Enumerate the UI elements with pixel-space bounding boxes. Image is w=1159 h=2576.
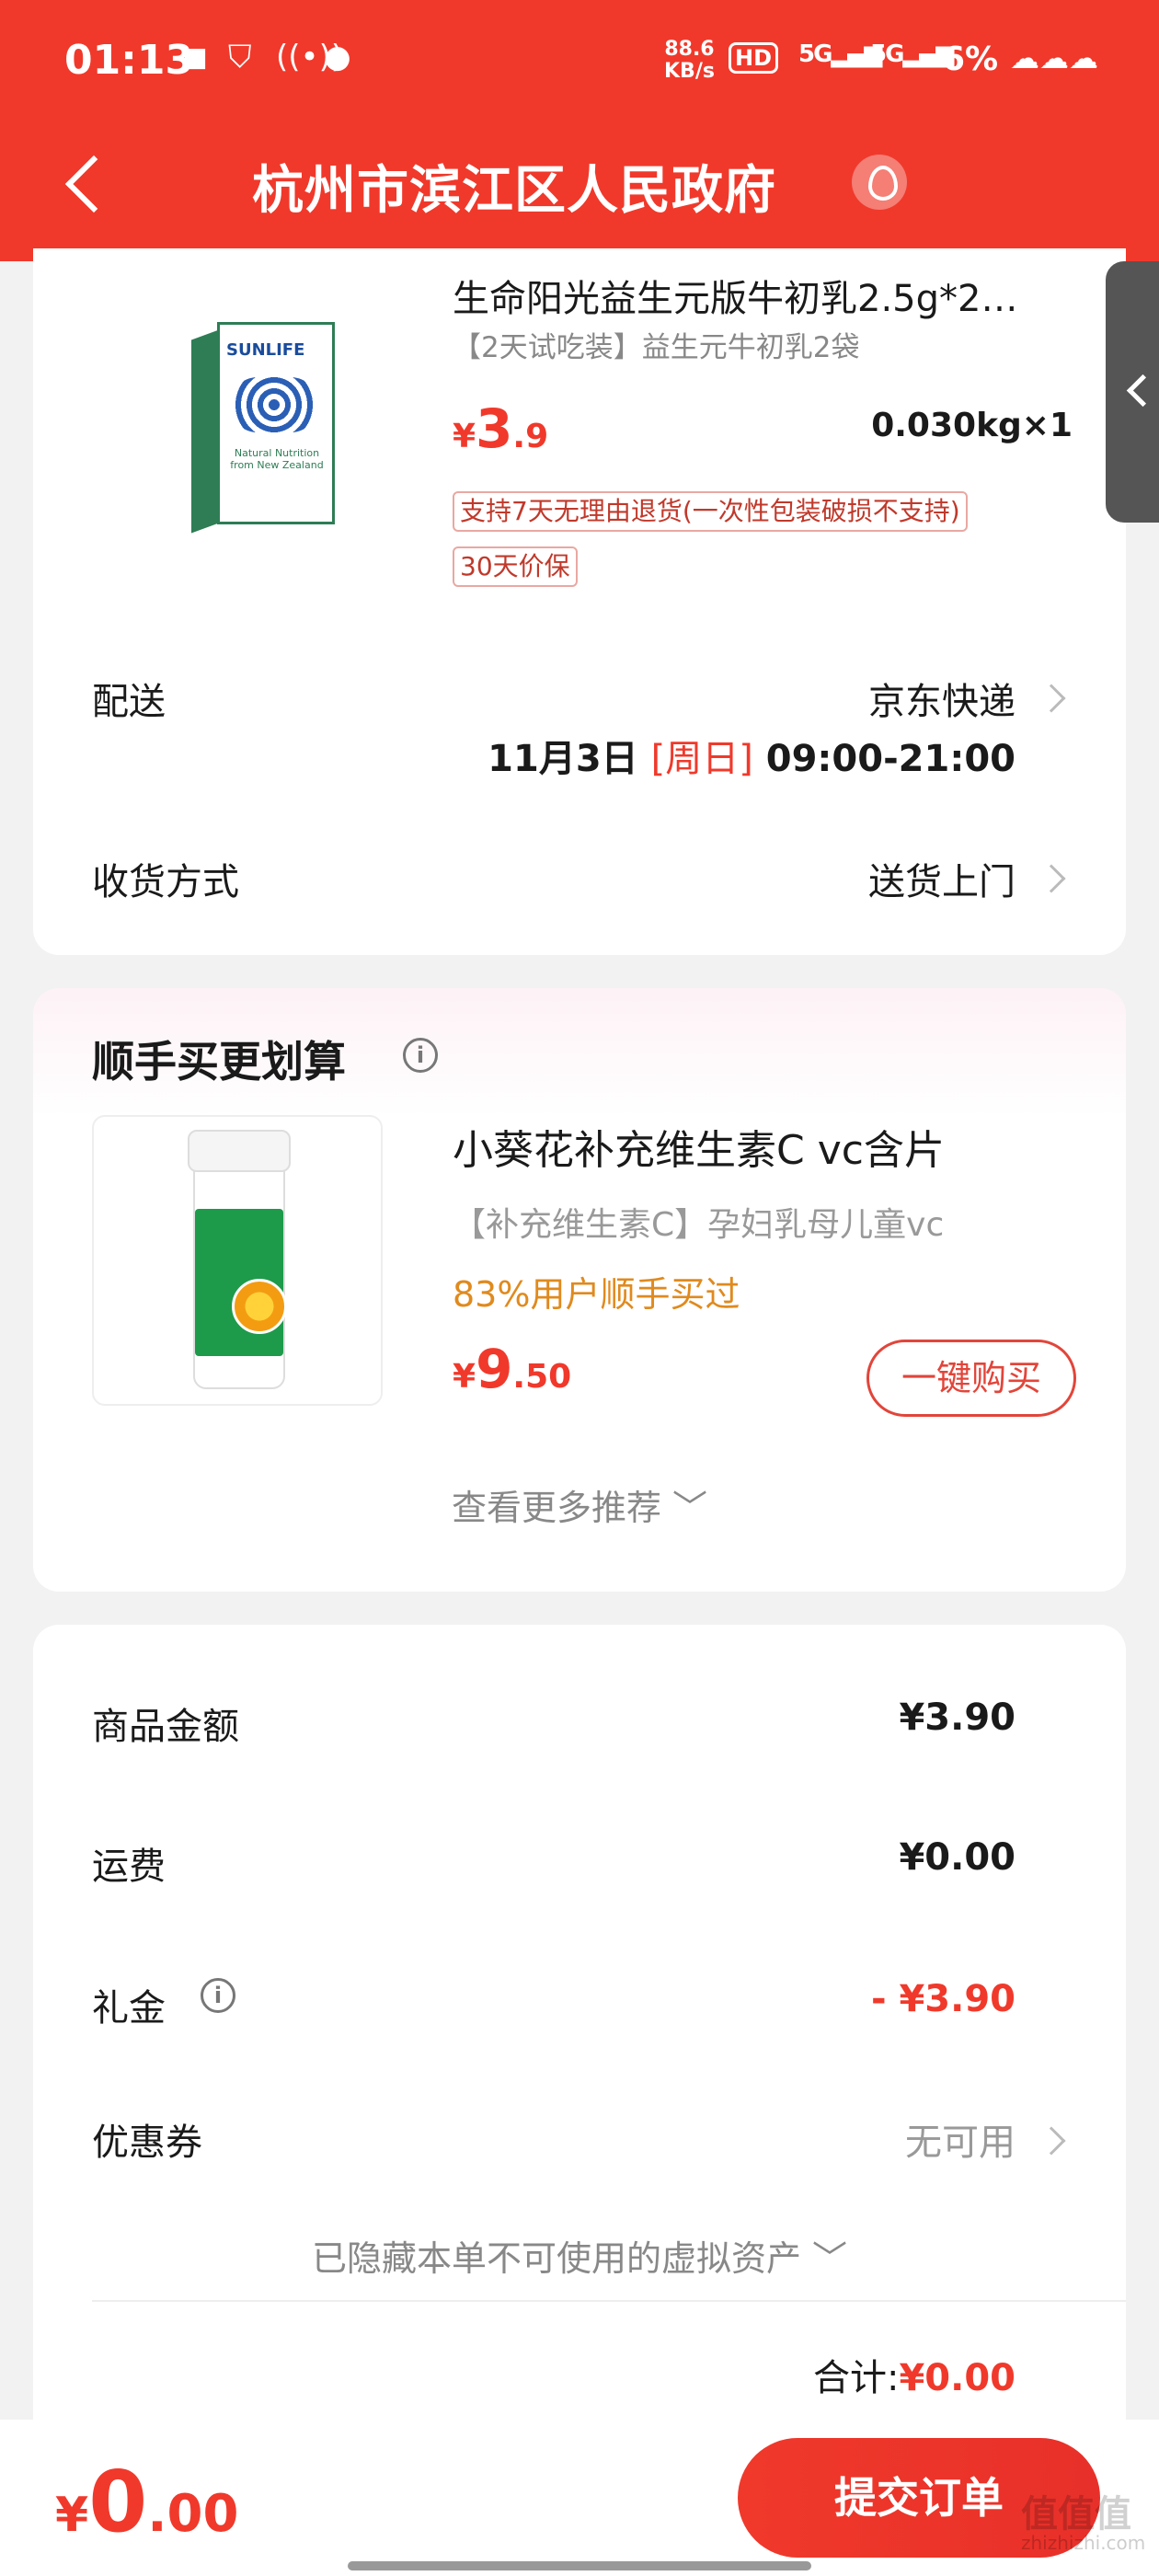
product-title[interactable]: 生命阳光益生元版牛初乳2.5g*2… xyxy=(453,269,1096,322)
battery-level: 6% xyxy=(942,40,999,78)
bottom-bar: ¥0.00 提交订单 xyxy=(0,2420,1159,2576)
info-icon[interactable]: i xyxy=(201,1978,235,2013)
coupon-value[interactable]: 无可用 xyxy=(905,2112,1016,2166)
product-weight-qty: 0.030kg×1 xyxy=(871,407,1073,444)
chevron-right-icon[interactable] xyxy=(1037,684,1066,713)
hidden-assets-toggle[interactable]: 已隐藏本单不可使用的虚拟资产 ﹀ xyxy=(33,2230,1126,2281)
location-pin-icon[interactable] xyxy=(852,155,907,210)
divider xyxy=(92,2300,1126,2302)
delivery-time[interactable]: 11月3日 [周日] 09:00-21:00 xyxy=(488,729,1016,782)
order-summary-card: 商品金额 ¥3.90 运费 ¥0.00 礼金 i - ¥3.90 优惠券 无可用… xyxy=(33,1625,1126,2453)
recommend-card: 顺手买更划算 i 小葵花补充维生素C vc含片 【补充维生素C】孕妇乳母儿童vc… xyxy=(33,988,1126,1592)
recommend-title: 顺手买更划算 xyxy=(92,1037,346,1087)
back-icon[interactable] xyxy=(55,147,110,221)
side-drawer-handle[interactable] xyxy=(1106,261,1159,523)
more-recommend-link[interactable]: 查看更多推荐 ﹀ xyxy=(33,1479,1126,1530)
product-image-caption: Natural Nutrition from New Zealand xyxy=(230,447,324,471)
top-bar: 01:13 ◼ ⛉ ((•)) ● 88.6 KB/s HD 5G▂▄▆ 5G▂▄… xyxy=(0,0,1159,261)
shield-icon: ⛉ xyxy=(228,39,252,75)
goods-amount-value: ¥3.90 xyxy=(899,1696,1016,1739)
product-subtitle: 【2天试吃装】益生元牛初乳2袋 xyxy=(453,331,860,364)
price-protect-tag: 30天价保 xyxy=(453,546,578,587)
order-total: 合计:¥0.00 xyxy=(812,2357,1016,2399)
order-item-card: SUNLIFE Natural Nutrition from New Zeala… xyxy=(33,248,1126,955)
receive-method-label: 收货方式 xyxy=(92,861,239,903)
signal-icon: 5G▂▄▆ xyxy=(798,40,882,68)
message-icon: ● xyxy=(324,39,351,75)
delivery-label: 配送 xyxy=(92,681,166,723)
receive-method-value[interactable]: 送货上门 xyxy=(868,852,1016,905)
product-price: ¥3.9 xyxy=(453,397,549,460)
address-title[interactable]: 杭州市滨江区人民政府 xyxy=(252,149,776,224)
gift-money-label: 礼金 xyxy=(92,1987,166,2030)
gift-money-value: - ¥3.90 xyxy=(870,1978,1016,2020)
shipping-fee-label: 运费 xyxy=(92,1846,166,1888)
status-time: 01:13 xyxy=(64,37,194,84)
delivery-method[interactable]: 京东快递 xyxy=(868,672,1016,725)
app-notification-icon: ◼ xyxy=(182,39,209,75)
cloud-icon: ☁☁☁ xyxy=(1010,40,1098,75)
signal-icon-2: 5G▂▄▆ xyxy=(870,40,954,68)
home-indicator[interactable] xyxy=(348,2561,811,2570)
return-policy-tag: 支持7天无理由退货(一次性包装破损不支持) xyxy=(453,491,968,532)
product-image[interactable]: SUNLIFE Natural Nutrition from New Zeala… xyxy=(125,304,355,543)
chevron-right-icon[interactable] xyxy=(1037,2126,1066,2156)
network-speed: 88.6 KB/s xyxy=(664,38,715,83)
coupon-label: 优惠券 xyxy=(92,2122,202,2164)
product-brand-logo: SUNLIFE xyxy=(226,340,305,360)
payable-total: ¥0.00 xyxy=(55,2453,239,2551)
info-icon[interactable]: i xyxy=(403,1038,438,1073)
recommend-popularity: 83%用户顺手买过 xyxy=(453,1274,740,1315)
goods-amount-label: 商品金额 xyxy=(92,1706,239,1748)
shipping-fee-value: ¥0.00 xyxy=(899,1836,1016,1879)
chevron-right-icon[interactable] xyxy=(1037,864,1066,893)
recommend-product-image[interactable] xyxy=(92,1115,383,1406)
one-click-buy-button[interactable]: 一键购买 xyxy=(866,1340,1076,1417)
hd-badge: HD xyxy=(729,42,779,74)
watermark: 值值值 xyxy=(1021,2493,1131,2536)
recommend-product-name[interactable]: 小葵花补充维生素C vc含片 xyxy=(453,1117,945,1176)
recommend-product-subtitle: 【补充维生素C】孕妇乳母儿童vc xyxy=(453,1206,945,1244)
watermark-url: zhizhizhi.com xyxy=(1021,2532,1146,2554)
recommend-price: ¥9.50 xyxy=(453,1338,572,1400)
status-bar: 01:13 ◼ ⛉ ((•)) ● 88.6 KB/s HD 5G▂▄▆ 5G▂▄… xyxy=(0,0,1159,120)
